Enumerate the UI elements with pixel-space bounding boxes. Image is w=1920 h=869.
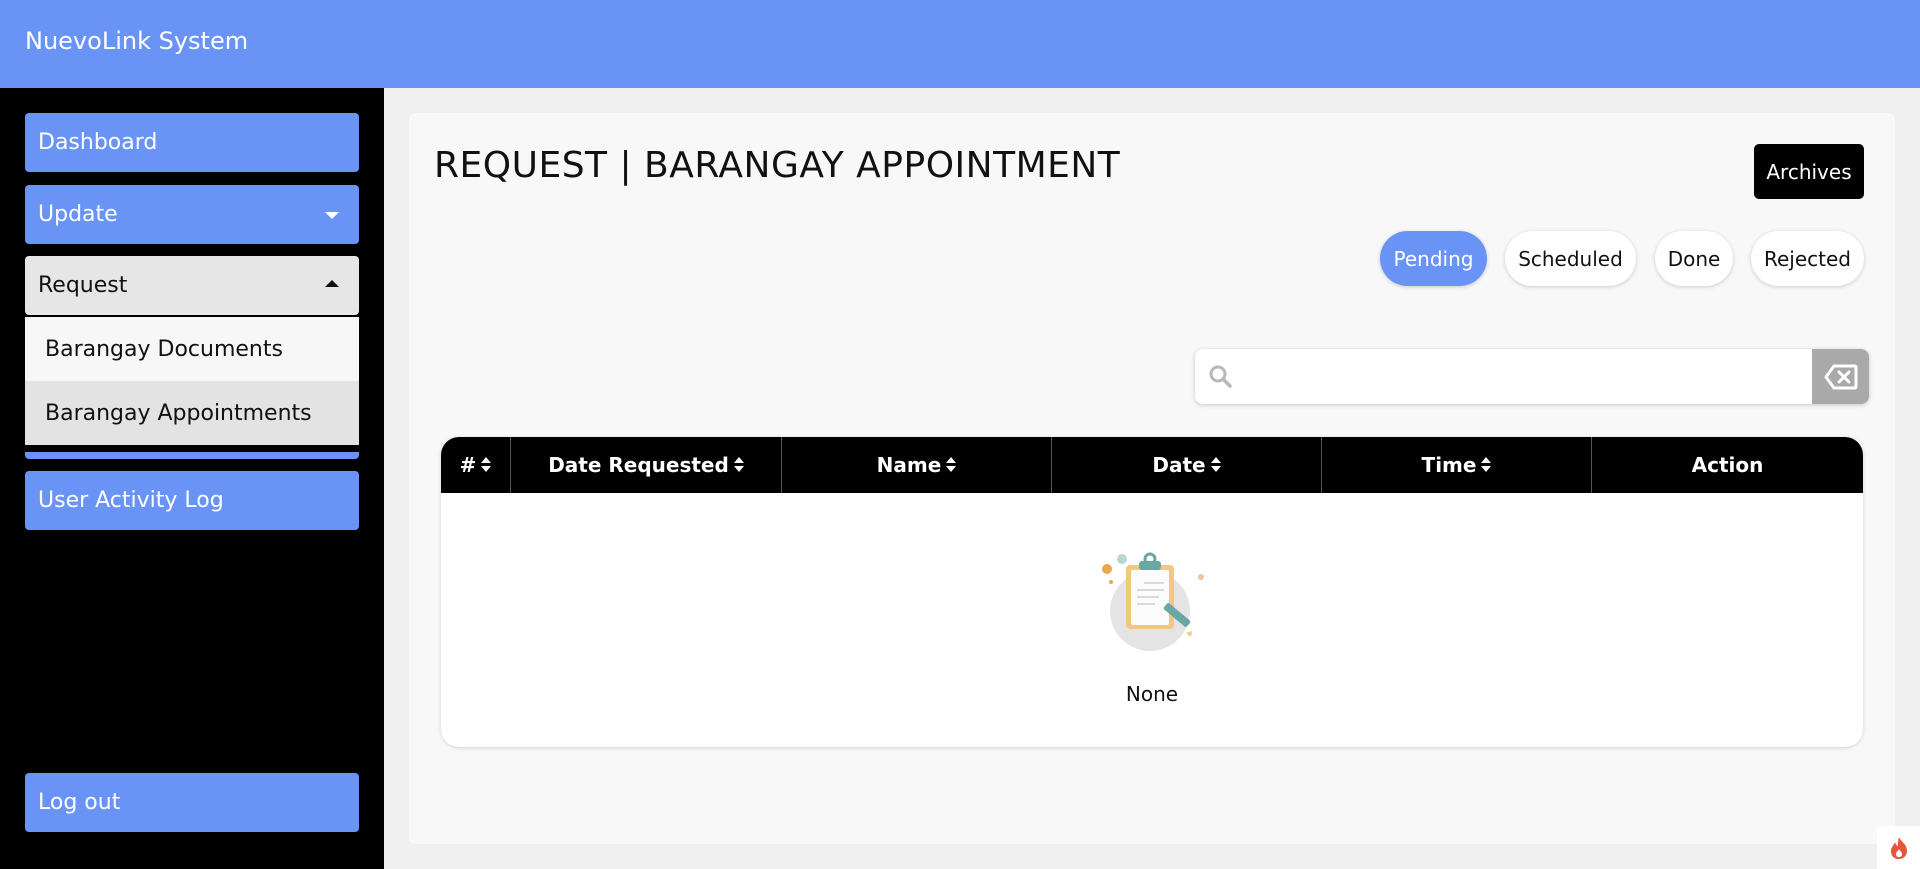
column-header-time[interactable]: Time [1322,437,1592,493]
column-header-label: # [459,453,477,477]
clear-search-button[interactable] [1812,349,1869,404]
sort-icon [1481,457,1492,473]
sidebar-item-update[interactable]: Update [25,185,359,244]
tab-done[interactable]: Done [1655,231,1733,286]
sidebar-item-request[interactable]: Request [25,256,359,315]
submenu-item-label: Barangay Appointments [45,400,312,426]
column-header-date-requested[interactable]: Date Requested [511,437,782,493]
column-header-date[interactable]: Date [1052,437,1322,493]
sidebar-item-dashboard[interactable]: Dashboard [25,113,359,172]
sidebar-item-label: Request [38,273,128,298]
sort-icon [946,457,957,473]
tab-scheduled[interactable]: Scheduled [1505,231,1636,286]
logout-label: Log out [38,790,121,815]
empty-state-text: None [1125,682,1179,706]
column-header-label: Date Requested [548,453,729,477]
submenu-item-label: Barangay Documents [45,336,283,362]
search-box [1195,349,1869,404]
column-header-label: Date [1152,453,1206,477]
appointments-table: # Date Requested Name Date Time Action N… [441,437,1863,747]
logout-button[interactable]: Log out [25,773,359,832]
column-header-label: Action [1691,453,1764,477]
sidebar-item-label: User Activity Log [38,488,224,513]
archives-button[interactable]: Archives [1754,144,1864,199]
tab-rejected[interactable]: Rejected [1751,231,1864,286]
sidebar-hidden-item-edge [25,452,359,459]
column-header-label: Time [1421,453,1477,477]
empty-clipboard-icon [1102,552,1204,651]
column-header-action: Action [1592,437,1863,493]
tab-pending[interactable]: Pending [1380,231,1487,286]
backspace-icon [1824,364,1857,389]
chevron-down-icon [325,212,339,219]
page-title: REQUEST | BARANGAY APPOINTMENT [434,145,1121,186]
top-header: NuevoLink System [0,0,1920,88]
sidebar-item-label: Dashboard [38,130,158,155]
flame-icon [1877,826,1920,869]
app-title: NuevoLink System [25,27,249,55]
sort-icon [481,457,492,473]
search-icon [1209,365,1232,388]
column-header-label: Name [876,453,942,477]
sidebar-item-label: Update [38,202,118,227]
search-input[interactable] [1241,349,1801,404]
sort-icon [1210,457,1221,473]
column-header-number[interactable]: # [441,437,511,493]
chevron-up-icon [325,280,339,287]
table-header: # Date Requested Name Date Time Action [441,437,1863,493]
sidebar-item-user-activity-log[interactable]: User Activity Log [25,471,359,530]
submenu-item-barangay-documents[interactable]: Barangay Documents [25,317,359,381]
submenu-item-barangay-appointments[interactable]: Barangay Appointments [25,381,359,445]
column-header-name[interactable]: Name [782,437,1052,493]
sort-icon [733,457,744,473]
